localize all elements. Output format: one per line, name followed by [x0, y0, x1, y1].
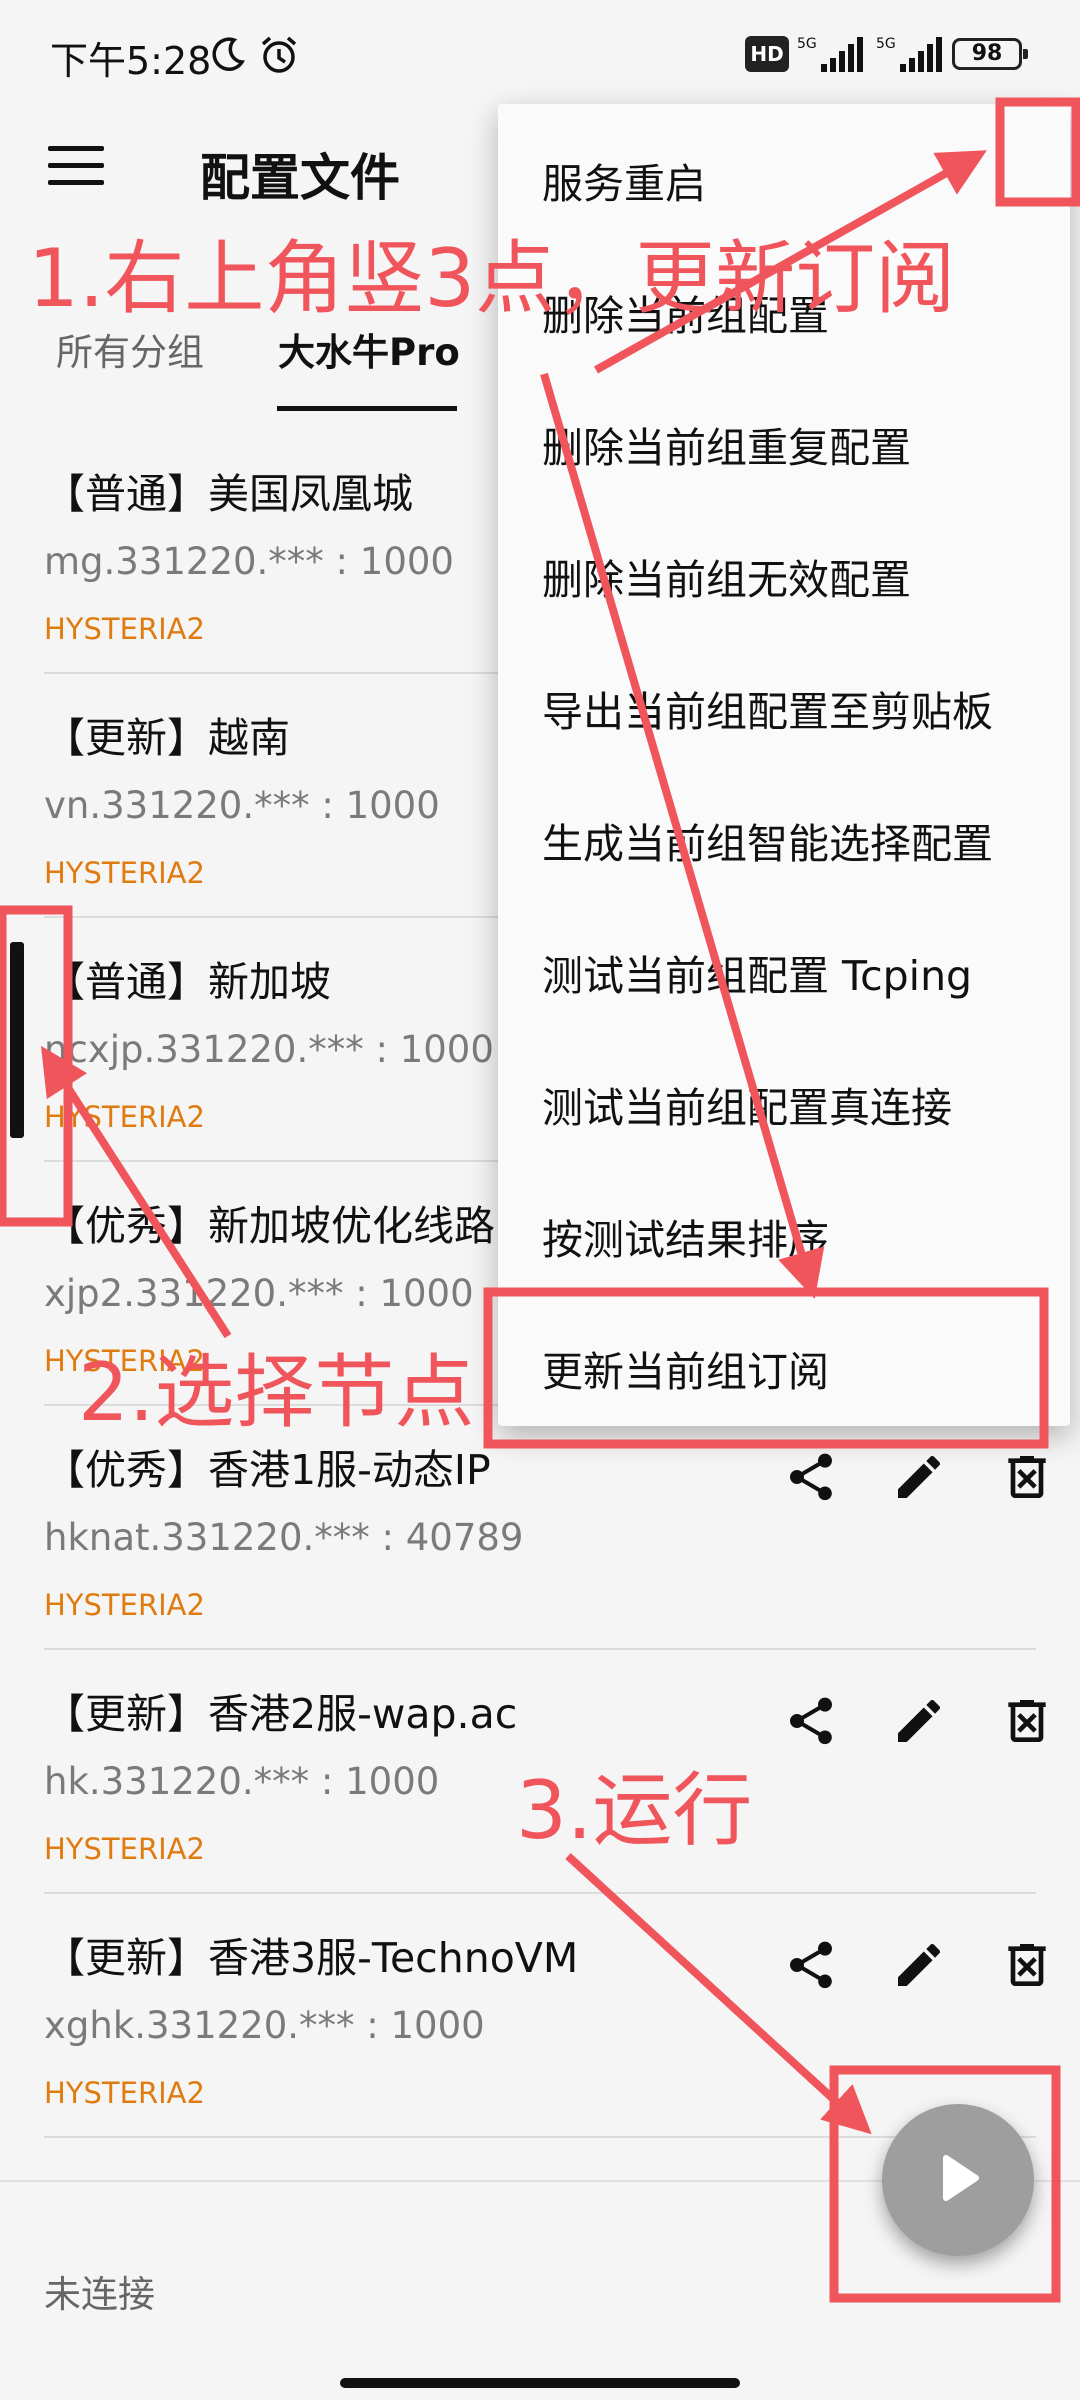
server-protocol: HYSTERIA2 [44, 1588, 205, 1622]
server-address: mg.331220.*** : 1000 [44, 540, 454, 583]
delete-icon[interactable] [992, 1686, 1062, 1756]
server-item[interactable]: 【更新】香港3服-TechnoVM xghk.331220.*** : 1000… [0, 1894, 1080, 2138]
hd-voice-badge: HD [745, 36, 789, 72]
server-address: vn.331220.*** : 1000 [44, 784, 440, 827]
server-address: xjp2.331220.*** : 1000 [44, 1272, 474, 1315]
menu-item-real-connection-test[interactable]: 测试当前组配置真连接 [498, 1032, 1070, 1164]
menu-item-label: 删除当前组无效配置 [542, 556, 911, 604]
delete-icon[interactable] [992, 1930, 1062, 2000]
server-name: 【优秀】香港1服-动态IP [44, 1446, 491, 1494]
server-address: hknat.331220.*** : 40789 [44, 1516, 524, 1559]
svg-text:5G: 5G [797, 36, 817, 52]
server-protocol: HYSTERIA2 [44, 1832, 205, 1866]
status-time: 下午5:28 [50, 39, 212, 83]
menu-item-label: 删除当前组重复配置 [542, 424, 911, 472]
battery-indicator: 98 [952, 38, 1028, 70]
page-title: 配置文件 [200, 149, 400, 207]
server-name: 【优秀】新加坡优化线路 [44, 1202, 495, 1250]
annotation-step-2: 2.选择节点 [78, 1346, 475, 1439]
server-protocol: HYSTERIA2 [44, 1100, 205, 1134]
edit-icon[interactable] [884, 1930, 954, 2000]
svg-text:5G: 5G [876, 36, 896, 52]
home-indicator[interactable] [340, 2378, 740, 2388]
menu-item-label: 按测试结果排序 [542, 1216, 829, 1264]
tab-dashuiniu-pro[interactable]: 大水牛Pro [278, 322, 460, 376]
annotation-step-1: 1.右上角竖3点，更新订阅 [28, 232, 956, 325]
menu-item-tcping-test[interactable]: 测试当前组配置 Tcping [498, 900, 1070, 1032]
server-actions [776, 1442, 1046, 1522]
scrollbar-thumb[interactable] [10, 942, 24, 1138]
connection-status: 未连接 [44, 2273, 155, 2316]
server-address: ncxjp.331220.*** : 1000 [44, 1028, 494, 1071]
server-address: xghk.331220.*** : 1000 [44, 2004, 485, 2047]
server-name: 【更新】越南 [44, 714, 290, 762]
menu-item-delete-invalid[interactable]: 删除当前组无效配置 [498, 504, 1070, 636]
server-actions [776, 1930, 1046, 2010]
moon-icon [208, 34, 248, 78]
menu-item-smart-select[interactable]: 生成当前组智能选择配置 [498, 768, 1070, 900]
server-name: 【更新】韩国春川-韶华杂节-甲骨 [44, 2168, 648, 2180]
server-protocol: HYSTERIA2 [44, 2076, 205, 2110]
edit-icon[interactable] [884, 1442, 954, 1512]
play-icon [928, 2148, 988, 2212]
menu-item-label: 导出当前组配置至剪贴板 [542, 688, 993, 736]
run-button[interactable] [882, 2104, 1034, 2256]
alarm-icon [258, 34, 300, 80]
menu-icon[interactable] [48, 146, 104, 190]
signal-icon: 5G [876, 34, 946, 78]
edit-icon[interactable] [884, 1686, 954, 1756]
menu-item-label: 更新当前组订阅 [542, 1348, 829, 1396]
server-protocol: HYSTERIA2 [44, 856, 205, 890]
server-protocol: HYSTERIA2 [44, 612, 205, 646]
annotation-step-3: 3.运行 [516, 1764, 753, 1857]
server-name: 【普通】新加坡 [44, 958, 331, 1006]
share-icon[interactable] [776, 1442, 846, 1512]
server-address: hk.331220.*** : 1000 [44, 1760, 440, 1803]
status-bar: 下午5:28 HD 5G 5G 98 [0, 0, 1080, 100]
menu-item-label: 测试当前组配置真连接 [542, 1084, 952, 1132]
share-icon[interactable] [776, 1686, 846, 1756]
menu-item-label: 生成当前组智能选择配置 [542, 820, 993, 868]
menu-item-update-subscription[interactable]: 更新当前组订阅 [498, 1296, 1070, 1428]
menu-item-export-clipboard[interactable]: 导出当前组配置至剪贴板 [498, 636, 1070, 768]
signal-icon: 5G [797, 34, 867, 78]
server-name: 【更新】香港2服-wap.ac [44, 1690, 518, 1738]
server-actions [776, 1686, 1046, 1766]
menu-item-delete-duplicates[interactable]: 删除当前组重复配置 [498, 372, 1070, 504]
server-name: 【普通】美国凤凰城 [44, 470, 413, 518]
server-name: 【更新】香港3服-TechnoVM [44, 1934, 579, 1982]
menu-item-label: 测试当前组配置 Tcping [542, 952, 973, 1000]
tab-all-groups[interactable]: 所有分组 [56, 322, 204, 376]
delete-icon[interactable] [992, 1442, 1062, 1512]
menu-item-label: 服务重启 [542, 160, 706, 208]
menu-item-sort-by-result[interactable]: 按测试结果排序 [498, 1164, 1070, 1296]
share-icon[interactable] [776, 1930, 846, 2000]
tab-indicator [277, 406, 457, 411]
